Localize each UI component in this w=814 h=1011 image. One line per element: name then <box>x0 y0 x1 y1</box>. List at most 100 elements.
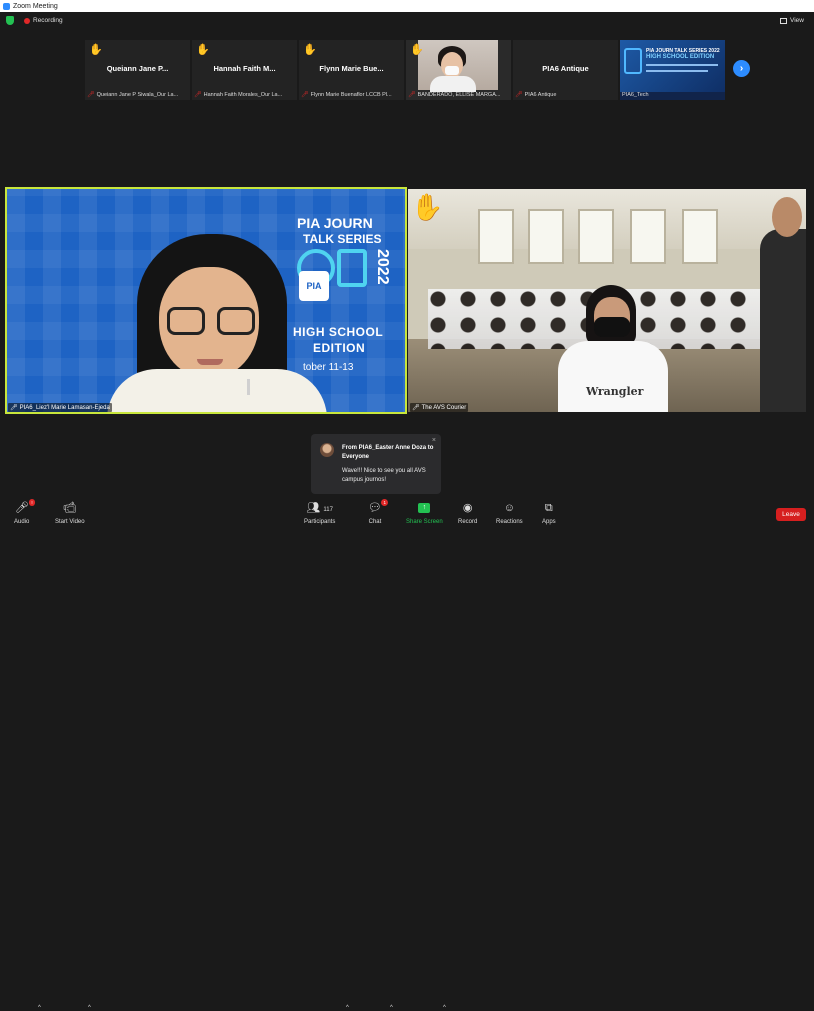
participant-tile[interactable]: ✋ Queiann Jane P... 🎤︎ Queiann Jane P Siw… <box>85 40 190 100</box>
view-button[interactable]: View <box>780 17 804 24</box>
participant-tile[interactable]: ✋ Hannah Faith M... 🎤︎ Hannah Faith Moral… <box>192 40 297 100</box>
participant-name-label: 🎤︎ BANDERADO, ELLISE MARGA... <box>408 91 509 99</box>
leave-button[interactable]: Leave <box>776 508 806 521</box>
standing-student <box>760 229 806 412</box>
background-year: 2022 <box>374 249 391 285</box>
chat-message: Wave!!! Nice to see you all AVS campus j… <box>342 468 426 483</box>
standing-student-head <box>772 197 802 237</box>
audio-button[interactable]: 🎤︎! Audio <box>14 499 35 525</box>
next-page-button[interactable]: › <box>733 60 750 77</box>
participant-video[interactable]: Wrangler <box>408 189 806 412</box>
share-screen-label: Share Screen <box>406 519 443 525</box>
record-button[interactable]: ◉ Record <box>458 501 477 525</box>
participant-display-name: Hannah Faith M... <box>213 64 276 73</box>
raised-hand-icon: ✋ <box>196 44 210 56</box>
muted-mic-icon: 🎤︎! <box>14 499 35 514</box>
participant-name-label: 🎤︎ Hannah Faith Morales_Our La... <box>194 91 295 99</box>
poster-text-line <box>646 70 708 72</box>
participant-tile[interactable]: ✋ Flynn Marie Bue... 🎤︎ Flynn Marie Buena… <box>299 40 404 100</box>
apps-label: Apps <box>542 519 556 525</box>
participant-full-name: PIA6 Antique <box>524 91 557 98</box>
speaker-shirt <box>107 369 327 412</box>
participant-name-label: 🎤︎ Flynn Marie Buenaflor LCCB Pl... <box>301 91 402 99</box>
close-icon[interactable]: × <box>432 437 436 444</box>
chat-badge: 1 <box>381 499 388 506</box>
participant-video-name: The AVS Courier <box>421 404 467 411</box>
zoom-logo-icon <box>3 2 10 10</box>
share-screen-icon: ↑ <box>418 503 431 513</box>
participant-name-label: 🎤︎ Queiann Jane P Siwala_Our La... <box>87 91 188 99</box>
participant-video-tile[interactable]: ✋ 🎤︎ BANDERADO, ELLISE MARGA... <box>406 40 511 100</box>
record-icon: ◉ <box>462 502 473 514</box>
audio-options-caret[interactable]: ^ <box>38 1005 41 1011</box>
reactions-button[interactable]: ☺︎ Reactions <box>496 501 523 525</box>
participant-full-name: Queiann Jane P Siwala_Our La... <box>96 91 179 98</box>
alert-badge: ! <box>29 499 35 506</box>
meeting-toolbar: 🎤︎! Audio ^ 📹︎ Start Video ^ 👥︎ 117 Part… <box>0 497 814 1011</box>
chevron-right-icon: › <box>739 63 744 74</box>
video-name-label: 🎤︎ PIA6_Liez'l Marie Lamasan-Ejeda <box>8 403 112 412</box>
share-screen-button[interactable]: ↑ Share Screen <box>406 501 443 525</box>
video-options-caret[interactable]: ^ <box>88 1005 91 1011</box>
grid-view-icon <box>780 17 788 24</box>
raised-hand-icon: ✋ <box>303 44 317 56</box>
participants-label: Participants <box>304 519 336 525</box>
background-logo-shape <box>337 249 367 287</box>
meeting-topbar: Recording View <box>0 12 814 30</box>
chat-label: Chat <box>368 519 382 525</box>
participant-full-name: BANDERADO, ELLISE MARGA... <box>417 91 501 98</box>
record-label: Record <box>458 519 478 525</box>
reactions-label: Reactions <box>496 519 523 525</box>
start-video-button[interactable]: 📹︎ Start Video <box>55 501 85 525</box>
raised-hand-icon: ✋ <box>89 44 103 56</box>
avatar <box>320 443 334 457</box>
participant-name-label: PIA6_Tech <box>622 92 723 98</box>
chat-sender: From PIA6_Easter Anne Doza to Everyone <box>342 445 434 460</box>
participants-options-caret[interactable]: ^ <box>346 1005 349 1011</box>
window-title: Zoom Meeting <box>13 2 58 10</box>
active-speaker-video[interactable]: PIA JOURN TALK SERIES PIA 2022 HIGH SCHO… <box>5 187 407 414</box>
participant-tile[interactable]: PIA6 Antique 🎤︎ PIA6 Antique <box>513 40 618 100</box>
background-series-subtitle: TALK SERIES <box>303 232 382 246</box>
participant-display-name: PIA6 Antique <box>542 64 589 73</box>
speaker-mouth <box>197 359 223 365</box>
shirt-print: Wrangler <box>586 385 644 398</box>
apps-button[interactable]: ⧉ Apps <box>542 501 556 525</box>
chat-button[interactable]: 💬︎ 1 Chat <box>368 499 388 525</box>
audio-label: Audio <box>14 519 30 525</box>
speaker-glasses-right <box>217 307 255 335</box>
poster-edition: HIGH SCHOOL EDITION <box>646 54 715 60</box>
student-shirt <box>558 341 668 412</box>
muted-mic-icon: 🎤︎ <box>301 92 309 98</box>
muted-mic-icon: 🎤︎ <box>194 92 202 98</box>
apps-icon: ⧉ <box>544 502 553 514</box>
speaker-name: PIA6_Liez'l Marie Lamasan-Ejeda <box>19 404 110 411</box>
background-series-title: PIA JOURN <box>297 215 373 231</box>
face-mask <box>445 66 459 75</box>
participants-button[interactable]: 👥︎ 117 Participants <box>304 501 335 525</box>
view-label: View <box>790 17 804 24</box>
classroom-window <box>630 209 666 264</box>
share-options-caret[interactable]: ^ <box>443 1005 446 1011</box>
chat-options-caret[interactable]: ^ <box>390 1005 393 1011</box>
raised-hand-icon: ✋ <box>410 44 424 56</box>
chat-notification[interactable]: From PIA6_Easter Anne Doza to Everyone W… <box>311 434 441 494</box>
mic-icon: 🎤︎ <box>10 405 18 411</box>
security-shield-icon[interactable] <box>6 16 14 25</box>
speaker-glasses-left <box>167 307 205 335</box>
muted-mic-icon: 🎤︎ <box>87 92 95 98</box>
participant-display-name: Flynn Marie Bue... <box>319 64 384 73</box>
participant-full-name: Flynn Marie Buenaflor LCCB Pl... <box>310 91 392 98</box>
chat-icon: 💬︎ 1 <box>368 499 388 514</box>
student-mask <box>594 317 630 337</box>
background-edition-line2: EDITION <box>313 341 366 355</box>
participant-name-label: 🎤︎ PIA6 Antique <box>515 91 616 99</box>
poster-logo <box>624 48 642 74</box>
video-name-badge: 🎤︎ The AVS Courier <box>410 403 469 412</box>
video-off-icon: 📹︎ <box>62 502 77 514</box>
participant-strip: ✋ Queiann Jane P... 🎤︎ Queiann Jane P Siw… <box>85 40 725 100</box>
participant-video-tile[interactable]: PIA JOURN TALK SERIES 2022 HIGH SCHOOL E… <box>620 40 725 100</box>
recording-dot-icon <box>24 18 30 24</box>
participant-full-name: PIA6_Tech <box>622 92 649 98</box>
muted-mic-icon: 🎤︎ <box>408 92 416 98</box>
